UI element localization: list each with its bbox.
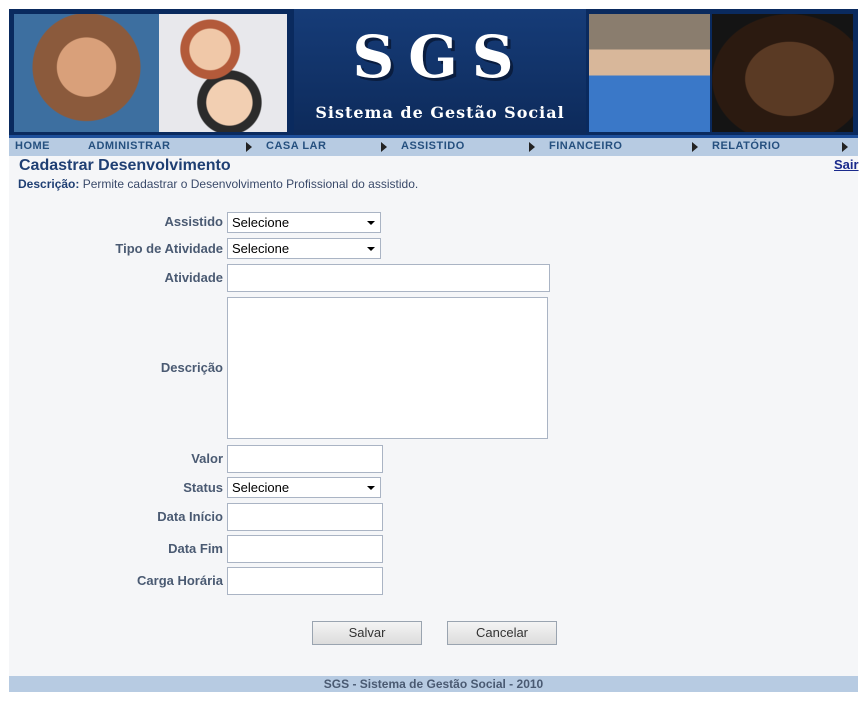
status-select[interactable]: Selecione — [227, 477, 381, 498]
atividade-input[interactable] — [227, 264, 550, 292]
arrow-right-icon — [529, 142, 535, 152]
tipo-atividade-value: Selecione — [232, 241, 290, 256]
descricao-label: Descrição — [160, 360, 223, 375]
photo-group-children — [159, 14, 287, 132]
header-banner: SGS Sistema de Gestão Social — [9, 9, 858, 138]
description-text: Permite cadastrar o Desenvolvimento Prof… — [82, 177, 419, 191]
chevron-down-icon — [367, 486, 375, 490]
chevron-down-icon — [367, 221, 375, 225]
assistido-value: Selecione — [232, 215, 290, 230]
chevron-down-icon — [367, 247, 375, 251]
data-inicio-input[interactable] — [227, 503, 383, 531]
carga-horaria-label: Carga Horária — [137, 573, 223, 588]
arrow-right-icon — [842, 142, 848, 152]
page-title: Cadastrar Desenvolvimento — [19, 157, 231, 174]
assistido-label: Assistido — [164, 214, 223, 229]
data-inicio-label: Data Início — [157, 509, 223, 524]
valor-label: Valor — [191, 451, 223, 466]
photo-smiling-child — [14, 14, 159, 132]
valor-input[interactable] — [227, 445, 383, 473]
cancel-button[interactable]: Cancelar — [447, 621, 557, 645]
tipo-atividade-select[interactable]: Selecione — [227, 238, 381, 259]
photo-boy-backpack — [589, 14, 710, 132]
logout-link[interactable]: Sair — [834, 157, 859, 172]
arrow-right-icon — [692, 142, 698, 152]
atividade-label: Atividade — [164, 270, 223, 285]
main-nav: HOME ADMINISTRAR CASA LAR ASSISTIDO FINA… — [9, 138, 858, 156]
descricao-textarea[interactable] — [227, 297, 548, 439]
status-label: Status — [183, 480, 223, 495]
status-value: Selecione — [232, 480, 290, 495]
photo-crying-child — [712, 14, 853, 132]
nav-financeiro[interactable]: FINANCEIRO — [549, 140, 622, 152]
page-description: Descrição: Permite cadastrar o Desenvolv… — [18, 177, 418, 191]
nav-relatorio[interactable]: RELATÓRIO — [712, 140, 780, 152]
data-fim-input[interactable] — [227, 535, 383, 563]
footer: SGS - Sistema de Gestão Social - 2010 — [9, 676, 858, 692]
brand-block: SGS Sistema de Gestão Social — [294, 9, 586, 135]
nav-assistido[interactable]: ASSISTIDO — [401, 140, 465, 152]
nav-casa-lar[interactable]: CASA LAR — [266, 140, 326, 152]
nav-home[interactable]: HOME — [15, 140, 50, 152]
description-label: Descrição: — [18, 177, 80, 191]
save-button[interactable]: Salvar — [312, 621, 422, 645]
nav-administrar[interactable]: ADMINISTRAR — [88, 140, 171, 152]
arrow-right-icon — [246, 142, 252, 152]
assistido-select[interactable]: Selecione — [227, 212, 381, 233]
data-fim-label: Data Fim — [168, 541, 223, 556]
arrow-right-icon — [381, 142, 387, 152]
tipo-atividade-label: Tipo de Atividade — [115, 241, 223, 256]
logo-subtitle: Sistema de Gestão Social — [315, 103, 565, 122]
logo: SGS — [352, 23, 528, 91]
carga-horaria-input[interactable] — [227, 567, 383, 595]
